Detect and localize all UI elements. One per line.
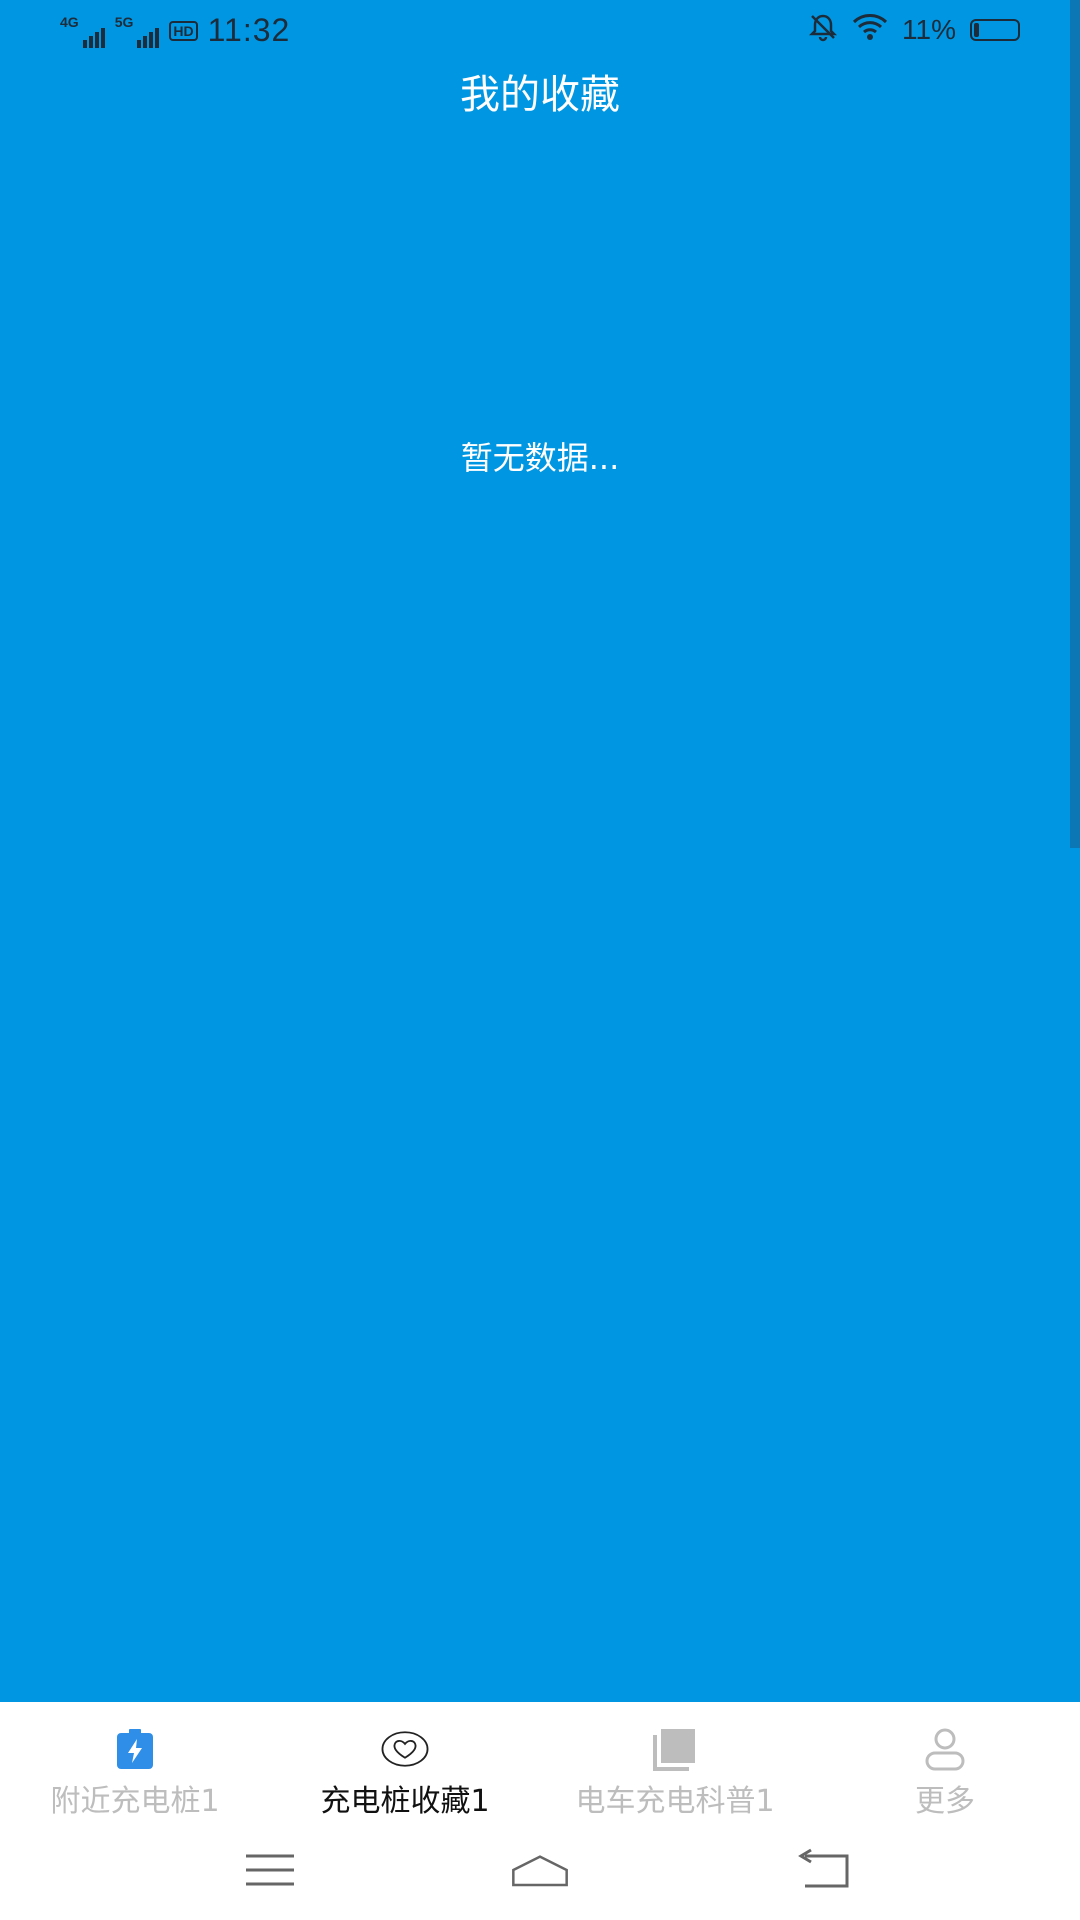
empty-state-message: 暂无数据... [460,439,620,477]
tab-ev-knowledge[interactable]: 电车充电科普1 [540,1702,810,1820]
tab-label: 附近充电桩1 [50,1784,220,1819]
scrollbar[interactable] [1070,0,1080,848]
tab-label: 电车充电科普1 [575,1784,775,1819]
tab-label: 充电桩收藏1 [320,1784,490,1819]
heart-icon [381,1726,429,1772]
tab-nearby-chargers[interactable]: 附近充电桩1 [0,1702,270,1820]
status-bar: 4G 5G HD 11:32 11% [0,0,1080,68]
home-icon[interactable] [510,1840,570,1900]
tab-more[interactable]: 更多 [810,1702,1080,1820]
user-icon [921,1726,969,1772]
book-icon [651,1726,699,1772]
mute-bell-icon [808,12,838,47]
network-label-4g: 4G [60,13,79,30]
signal-icon: 5G [115,14,160,48]
tab-label: 更多 [915,1784,975,1819]
wifi-icon [852,12,888,47]
signal-icon: 4G [60,14,105,48]
bottom-tab-bar: 附近充电桩1 充电桩收藏1 电车充电科普1 更多 [0,1702,1080,1820]
network-label-5g: 5G [114,13,134,30]
charging-battery-icon [111,1726,159,1772]
status-right: 11% [808,12,1020,47]
back-icon[interactable] [795,1840,855,1900]
battery-percent: 11% [902,13,956,45]
menu-icon[interactable] [240,1840,300,1900]
page-title: 我的收藏 [460,72,620,118]
hd-icon: HD [169,20,198,41]
battery-icon [970,18,1020,41]
system-nav-bar [0,1820,1080,1920]
status-left: 4G 5G HD 11:32 [60,12,290,49]
clock: 11:32 [207,12,291,48]
tab-favorites[interactable]: 充电桩收藏1 [270,1702,540,1820]
